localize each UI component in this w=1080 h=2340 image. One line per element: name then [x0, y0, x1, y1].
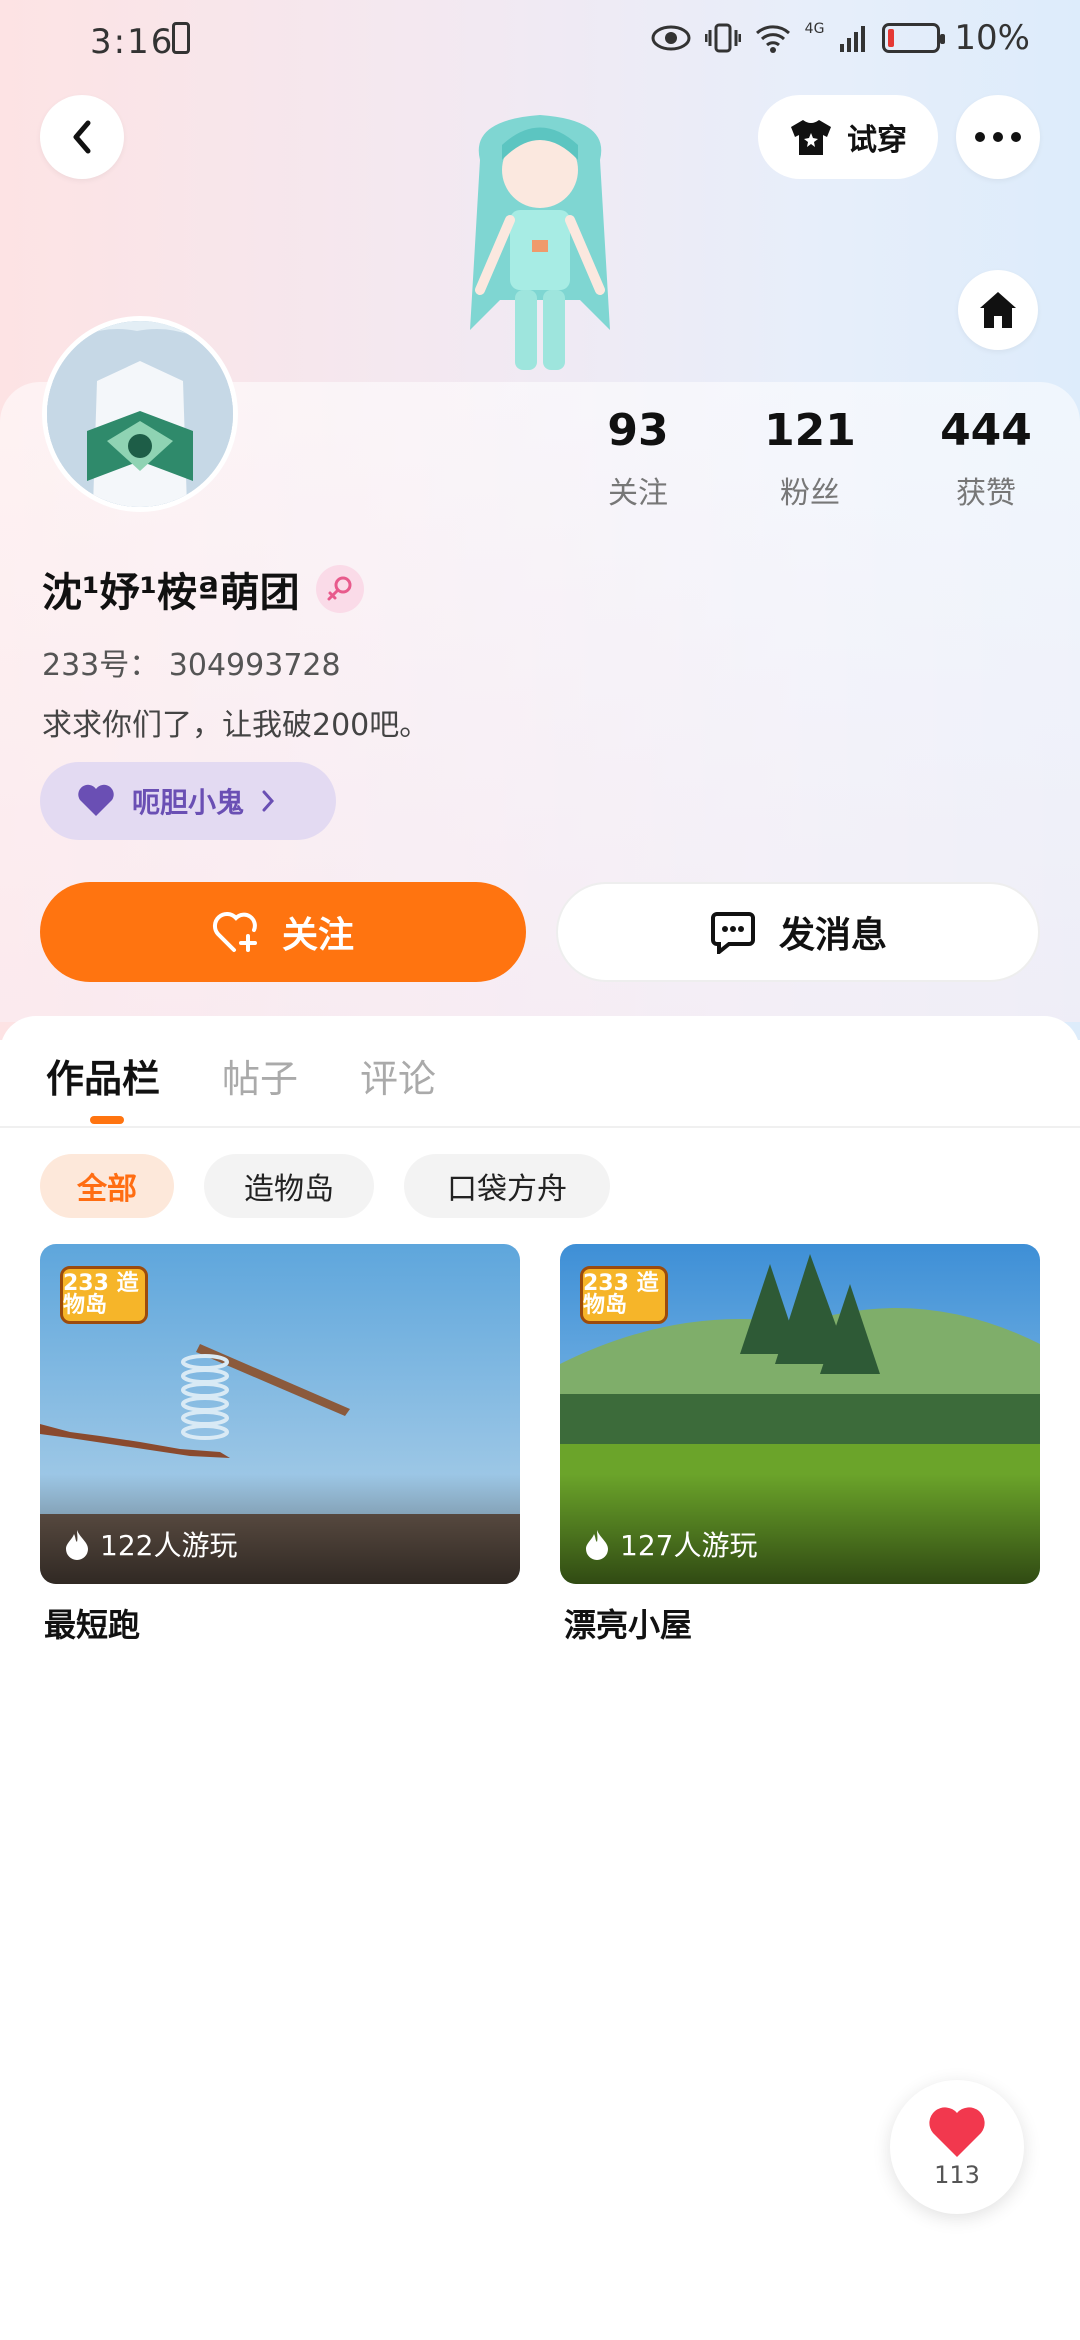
- profile-name-row: 沈¹妤¹桉ª萌团: [42, 560, 364, 618]
- more-dots-icon: [975, 132, 1021, 142]
- chat-icon: [710, 912, 755, 954]
- tab-comments[interactable]: 评论: [360, 1048, 436, 1103]
- like-count: 113: [934, 2161, 980, 2189]
- tab-works[interactable]: 作品栏: [46, 1048, 160, 1103]
- followers-label: 粉丝: [780, 476, 840, 511]
- follow-label: 关注: [281, 915, 354, 956]
- badge-label: 呃胆小鬼: [132, 786, 245, 819]
- message-button[interactable]: 发消息: [556, 882, 1040, 982]
- followers-count: 121: [764, 405, 856, 456]
- home-button[interactable]: [958, 270, 1038, 350]
- female-icon: [315, 565, 364, 613]
- status-time: 3:16: [90, 22, 175, 62]
- followers-stat[interactable]: 121 粉丝: [730, 405, 890, 512]
- profile-name: 沈¹妤¹桉ª萌团: [42, 570, 300, 616]
- content-tabs: 作品栏 帖子 评论: [46, 1048, 436, 1103]
- avatar-character-image: [470, 115, 610, 370]
- try-on-label: 试穿: [847, 123, 907, 158]
- likes-count: 444: [940, 405, 1032, 456]
- chevron-left-icon: [73, 120, 91, 154]
- signal-icon: [840, 26, 866, 52]
- like-float-button[interactable]: 113: [890, 2080, 1024, 2214]
- user-bio: 求求你们了，让我破200吧。: [42, 708, 430, 743]
- message-label: 发消息: [778, 915, 887, 956]
- more-options-button[interactable]: [956, 95, 1040, 179]
- filter-all[interactable]: 全部: [40, 1154, 174, 1218]
- play-count-label: 122人游玩: [100, 1529, 238, 1562]
- play-count: 127人游玩: [584, 1524, 757, 1564]
- filter-creation-island[interactable]: 造物岛: [204, 1154, 374, 1218]
- work-title[interactable]: 漂亮小屋: [564, 1600, 692, 1646]
- title-badge[interactable]: 呃胆小鬼: [40, 762, 336, 840]
- tshirt-icon: [791, 120, 831, 155]
- sim-icon: [172, 22, 190, 54]
- vibrate-icon: [704, 23, 741, 53]
- flame-icon: [586, 1530, 608, 1560]
- work-card[interactable]: 233 造物岛 127人游玩: [560, 1244, 1040, 1584]
- heart-plus-icon: [212, 911, 257, 952]
- likes-label: 获赞: [956, 476, 1016, 511]
- chevron-right-icon: [262, 790, 275, 812]
- following-count: 93: [607, 405, 669, 456]
- avatar[interactable]: [42, 316, 238, 512]
- heart-badge-icon: [78, 784, 114, 816]
- wifi-icon: [755, 25, 790, 53]
- following-label: 关注: [608, 476, 668, 511]
- work-title[interactable]: 最短跑: [44, 1600, 140, 1646]
- back-button[interactable]: [40, 95, 124, 179]
- filter-chips: 全部 造物岛 口袋方舟: [40, 1154, 610, 1218]
- status-bar: 3:16 4G 10%: [0, 0, 1080, 84]
- likes-stat[interactable]: 444 获赞: [906, 405, 1066, 512]
- home-icon: [980, 292, 1016, 328]
- work-card[interactable]: 233 造物岛 122人游玩: [40, 1244, 520, 1584]
- battery-icon: [882, 23, 946, 53]
- play-count: 122人游玩: [64, 1524, 237, 1564]
- heart-icon: [929, 2107, 985, 2157]
- flame-icon: [66, 1530, 88, 1560]
- avatar-image: [47, 321, 233, 507]
- try-on-button[interactable]: 试穿: [758, 95, 938, 179]
- game-logo: 233 造物岛: [60, 1266, 148, 1324]
- battery-percent: 10%: [954, 18, 1030, 58]
- eye-icon: [651, 25, 691, 51]
- tabs-divider: [0, 1126, 1080, 1128]
- game-logo: 233 造物岛: [580, 1266, 668, 1324]
- user-id: 233号： 304993728: [42, 648, 341, 683]
- play-count-label: 127人游玩: [620, 1529, 758, 1562]
- follow-button[interactable]: 关注: [40, 882, 526, 982]
- network-type: 4G: [804, 21, 825, 37]
- filter-pocket-ark[interactable]: 口袋方舟: [404, 1154, 610, 1218]
- tab-posts[interactable]: 帖子: [222, 1048, 298, 1103]
- following-stat[interactable]: 93 关注: [558, 405, 718, 512]
- active-tab-indicator: [90, 1116, 124, 1124]
